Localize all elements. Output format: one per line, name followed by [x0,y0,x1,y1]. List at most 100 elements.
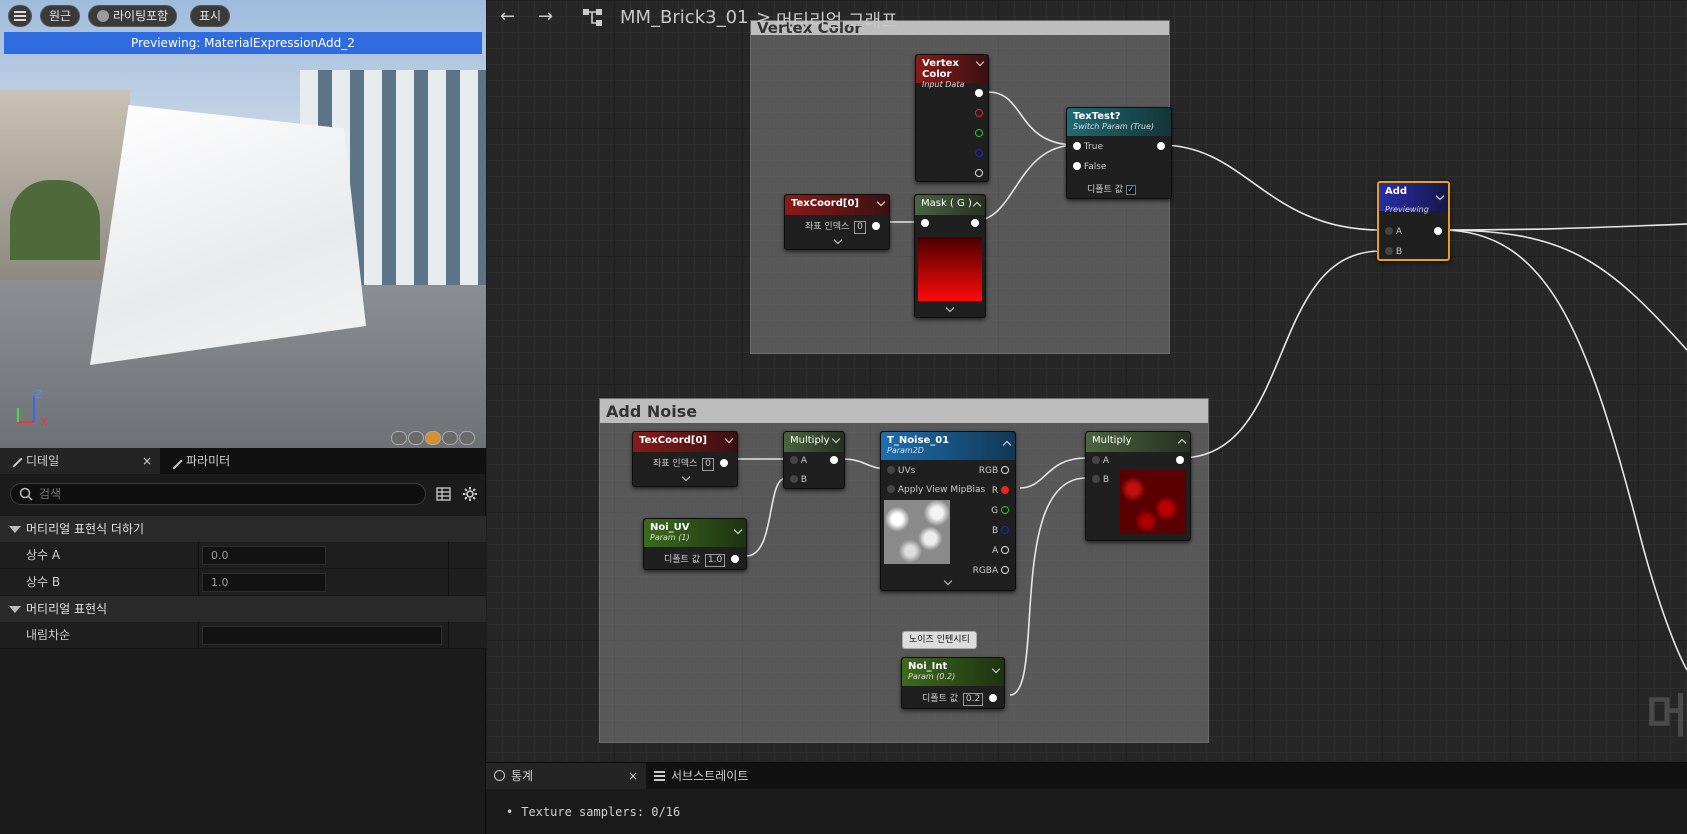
output-pin-a[interactable] [975,169,983,179]
category-material-expression[interactable]: 머티리얼 표현식 [0,596,486,622]
material-preview-viewport[interactable]: 원근 라이팅포함 표시 Previewing: MaterialExpressi… [0,0,486,448]
axis-z-label: Z [35,388,43,401]
output-pin[interactable] [1176,456,1184,466]
input-pin[interactable] [921,219,929,229]
output-pin[interactable] [830,456,838,466]
expand-icon[interactable] [681,472,691,482]
desc-field[interactable] [202,626,442,645]
expand-icon[interactable] [943,576,953,586]
close-icon[interactable]: × [142,448,152,474]
chevron-down-icon[interactable] [831,434,841,444]
node-texcoord-noise[interactable]: TexCoord[0] 좌표 인덱스 0 [632,431,738,487]
tab-details-label: 디테일 [26,454,60,468]
expand-icon[interactable] [833,235,843,245]
tab-stats[interactable]: 통계 × [486,763,646,789]
node-noi-uv[interactable]: Noi_UV Param (1) 디폴트 값 1.0 [643,518,747,570]
output-pin[interactable] [1157,142,1165,152]
chevron-up-icon[interactable] [1177,438,1187,448]
output-pin-b[interactable]: B [992,526,1009,536]
coordinate-index-input[interactable]: 0 [854,221,866,234]
output-pin[interactable] [730,555,739,563]
pin-label: A [1102,456,1110,466]
node-title: Multiply [790,435,830,446]
input-pin-a[interactable]: A [1385,227,1402,237]
category-add-expression[interactable]: 머티리얼 표현식 더하기 [0,516,486,542]
output-pin-r[interactable]: R [992,486,1009,496]
teapot-mesh-icon[interactable] [459,431,475,445]
stats-list: Texture samplers: 0/16 [506,805,680,819]
axis-x-label: X [40,416,48,428]
output-pin[interactable] [971,219,979,229]
node-textest-switch[interactable]: TexTest? Switch Param (True) True False 디… [1066,107,1172,199]
breadcrumb-asset[interactable]: MM_Brick3_01 [620,7,749,28]
chevron-down-icon[interactable] [975,57,985,67]
close-icon[interactable]: × [628,763,638,789]
input-pin-a[interactable]: A [1092,456,1109,466]
input-pin-true[interactable]: True [1073,142,1103,152]
cube-mesh-icon[interactable] [442,431,458,445]
pin-label: 좌표 인덱스 [653,459,698,469]
gear-icon[interactable] [462,486,478,502]
node-add[interactable]: Add Previewing A B [1377,181,1450,261]
cylinder-mesh-icon[interactable] [391,431,407,445]
tab-substrate[interactable]: 서브스트레이트 [646,763,756,789]
output-pin-rgb[interactable] [975,89,983,99]
viewport-menu-button[interactable] [8,5,32,27]
chevron-down-icon[interactable] [1435,191,1445,201]
const-b-field[interactable]: 1.0 [202,573,326,592]
graph-hierarchy-icon[interactable] [582,8,604,28]
lit-mode-button[interactable]: 라이팅포함 [88,5,178,27]
forward-arrow-icon[interactable]: → [538,6,553,27]
tab-details[interactable]: 디테일 × [0,448,160,474]
default-value-input[interactable]: 0.2 [962,693,984,706]
output-pin[interactable] [871,222,880,230]
output-pin[interactable] [988,694,997,702]
material-graph-canvas[interactable]: Vertex Color Add Noise Vertex Color Input… [486,0,1687,762]
node-multiply-intensity[interactable]: Multiply A B [1085,431,1191,541]
tab-parameters[interactable]: 파라미터 [160,448,238,474]
input-pin-false[interactable]: False [1073,162,1106,172]
node-noi-int[interactable]: Noi_Int Param (0.2) 디폴트 값 0.2 [901,657,1005,709]
output-pin-a[interactable]: A [992,546,1009,556]
node-vertex-color[interactable]: Vertex Color Input Data [915,54,989,182]
node-subtitle: Previewing [1385,205,1429,214]
input-pin-b[interactable]: B [1385,247,1402,257]
chevron-down-icon[interactable] [876,197,886,207]
input-pin-a[interactable]: A [790,456,807,466]
output-pin-r[interactable] [975,109,983,119]
output-pin-rgb[interactable]: RGB [979,466,1009,476]
node-header: Mask ( G ) [915,195,985,215]
collapse-triangle-icon [9,606,21,613]
plane-mesh-icon[interactable] [425,431,441,445]
node-texcoord-top[interactable]: TexCoord[0] 좌표 인덱스 0 [784,194,890,250]
node-header: Multiply [784,432,844,452]
back-arrow-icon[interactable]: ← [500,6,515,27]
node-mask[interactable]: Mask ( G ) [914,194,986,318]
chevron-up-icon[interactable] [972,201,982,211]
node-texture-noise[interactable]: T_Noise_01 Param2D UVs Apply View MipBias… [880,431,1016,591]
pin-label: A [1395,227,1403,237]
breadcrumb-page[interactable]: 머티리얼 그래프 [776,7,898,33]
node-multiply-uv[interactable]: Multiply A B [783,431,845,489]
sphere-mesh-icon[interactable] [408,431,424,445]
input-pin-mipbias[interactable]: Apply View MipBias [887,485,985,495]
input-pin-b[interactable]: B [790,475,807,485]
output-pin-b[interactable] [975,149,983,159]
perspective-button[interactable]: 원근 [40,5,81,27]
search-input[interactable] [39,487,399,501]
input-pin-b[interactable]: B [1092,475,1109,485]
chevron-down-icon[interactable] [724,434,734,444]
const-a-field[interactable]: 0.0 [202,546,326,565]
table-view-icon[interactable] [436,486,452,502]
output-pin[interactable] [1434,227,1442,237]
expand-icon[interactable] [945,303,955,313]
output-pin-rgba[interactable]: RGBA [973,566,1009,576]
default-value-input[interactable]: 1.0 [704,554,726,567]
output-pin-g[interactable]: G [991,506,1009,516]
output-pin-g[interactable] [975,129,983,139]
show-button[interactable]: 표시 [190,5,231,27]
output-pin[interactable] [719,459,728,467]
coordinate-index-input[interactable]: 0 [702,458,714,471]
checkbox-checked-icon[interactable]: ✓ [1125,185,1136,195]
input-pin-uvs[interactable]: UVs [887,466,915,476]
